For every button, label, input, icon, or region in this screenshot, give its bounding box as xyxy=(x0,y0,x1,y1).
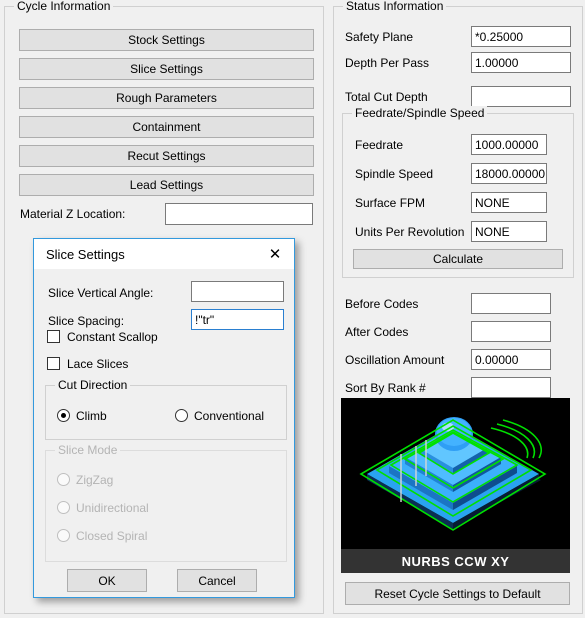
cut-direction-title: Cut Direction xyxy=(55,378,131,392)
toolpath-preview-image: NURBS CCW XY xyxy=(341,398,570,573)
feedrate-input[interactable]: 1000.00000 xyxy=(471,134,547,155)
rough-parameters-button[interactable]: Rough Parameters xyxy=(19,87,314,109)
slice-vertical-angle-label: Slice Vertical Angle: xyxy=(48,286,154,300)
cycle-information-title: Cycle Information xyxy=(14,0,114,13)
dialog-titlebar: Slice Settings ✕ xyxy=(34,239,294,269)
lace-slices-checkbox[interactable] xyxy=(47,357,60,370)
feedrate-label: Feedrate xyxy=(355,138,404,152)
slice-settings-dialog: Slice Settings ✕ Slice Vertical Angle: S… xyxy=(33,238,295,598)
total-cut-depth-label: Total Cut Depth xyxy=(345,90,428,104)
sort-by-rank-input[interactable] xyxy=(471,377,551,398)
total-cut-depth-input[interactable] xyxy=(471,86,571,107)
unidirectional-label: Unidirectional xyxy=(76,501,149,515)
closed-spiral-radio xyxy=(57,529,70,542)
material-z-location-label: Material Z Location: xyxy=(20,207,126,221)
ok-button[interactable]: OK xyxy=(67,569,147,592)
surface-fpm-input[interactable]: NONE xyxy=(471,192,547,213)
depth-per-pass-input[interactable]: 1.00000 xyxy=(471,52,571,73)
spindle-speed-label: Spindle Speed xyxy=(355,167,434,181)
constant-scallop-label: Constant Scallop xyxy=(67,330,158,344)
zigzag-radio xyxy=(57,473,70,486)
spindle-speed-input[interactable]: 18000.00000 xyxy=(471,163,547,184)
before-codes-label: Before Codes xyxy=(345,297,419,311)
constant-scallop-checkbox[interactable] xyxy=(47,330,60,343)
cancel-button[interactable]: Cancel xyxy=(177,569,257,592)
feedrate-spindle-speed-title: Feedrate/Spindle Speed xyxy=(352,106,488,120)
conventional-label: Conventional xyxy=(194,409,265,423)
status-information-title: Status Information xyxy=(343,0,447,13)
slice-spacing-label: Slice Spacing: xyxy=(48,314,125,328)
calculate-button[interactable]: Calculate xyxy=(353,249,563,269)
slice-settings-button[interactable]: Slice Settings xyxy=(19,58,314,80)
before-codes-input[interactable] xyxy=(471,293,551,314)
surface-fpm-label: Surface FPM xyxy=(355,196,426,210)
lead-settings-button[interactable]: Lead Settings xyxy=(19,174,314,196)
zigzag-label: ZigZag xyxy=(76,473,114,487)
climb-radio[interactable] xyxy=(57,409,70,422)
after-codes-label: After Codes xyxy=(345,325,409,339)
lace-slices-label: Lace Slices xyxy=(67,357,129,371)
climb-label: Climb xyxy=(76,409,107,423)
sort-by-rank-label: Sort By Rank # xyxy=(345,381,426,395)
units-per-revolution-label: Units Per Revolution xyxy=(355,225,465,239)
dialog-title: Slice Settings xyxy=(46,247,125,262)
oscillation-amount-input[interactable]: 0.00000 xyxy=(471,349,551,370)
toolpath-preview-graphic xyxy=(359,417,547,531)
containment-button[interactable]: Containment xyxy=(19,116,314,138)
slice-vertical-angle-input[interactable] xyxy=(191,281,284,302)
material-z-location-input[interactable] xyxy=(165,203,313,225)
closed-spiral-label: Closed Spiral xyxy=(76,529,148,543)
feedrate-spindle-speed-group: Feedrate/Spindle Speed Feedrate 1000.000… xyxy=(342,106,574,278)
slice-spacing-input[interactable]: !"tr" xyxy=(191,309,284,330)
reset-cycle-settings-button[interactable]: Reset Cycle Settings to Default xyxy=(345,582,570,605)
recut-settings-button[interactable]: Recut Settings xyxy=(19,145,314,167)
conventional-radio[interactable] xyxy=(175,409,188,422)
depth-per-pass-label: Depth Per Pass xyxy=(345,56,430,70)
slice-mode-title: Slice Mode xyxy=(55,443,121,457)
stock-settings-button[interactable]: Stock Settings xyxy=(19,29,314,51)
preview-caption: NURBS CCW XY xyxy=(341,549,570,573)
cut-direction-group: Cut Direction Climb Conventional xyxy=(45,378,287,440)
unidirectional-radio xyxy=(57,501,70,514)
slice-mode-group: Slice Mode ZigZag Unidirectional Closed … xyxy=(45,443,287,562)
after-codes-input[interactable] xyxy=(471,321,551,342)
close-icon[interactable]: ✕ xyxy=(262,243,288,265)
units-per-revolution-input[interactable]: NONE xyxy=(471,221,547,242)
oscillation-amount-label: Oscillation Amount xyxy=(345,353,445,367)
safety-plane-input[interactable]: *0.25000 xyxy=(471,26,571,47)
safety-plane-label: Safety Plane xyxy=(345,30,414,44)
